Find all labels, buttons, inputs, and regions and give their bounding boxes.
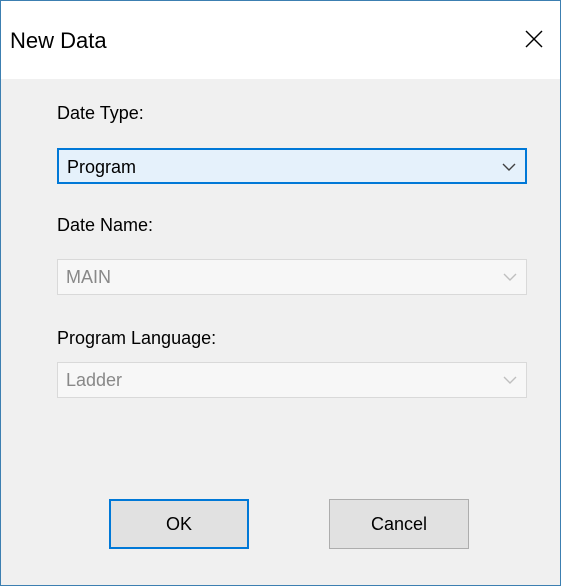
data-type-label: Date Type:: [57, 103, 144, 123]
data-type-value: Program: [67, 157, 137, 177]
data-type-select[interactable]: Program: [57, 148, 527, 184]
program-language-value: Ladder: [66, 370, 123, 390]
data-name-value: MAIN: [66, 267, 111, 287]
program-language-select[interactable]: Ladder: [57, 362, 527, 398]
chevron-down-icon: [503, 376, 517, 384]
cancel-button[interactable]: Cancel: [329, 499, 469, 549]
new-data-dialog: New Data Date Type: Program Date Name: M…: [0, 0, 561, 586]
chevron-down-icon: [503, 273, 517, 281]
close-icon: [525, 30, 543, 48]
close-button[interactable]: [510, 15, 560, 65]
window-title: New Data: [10, 28, 107, 53]
title-bar: New Data: [1, 1, 560, 79]
program-language-label: Program Language:: [57, 328, 217, 348]
data-name-label: Date Name:: [57, 215, 154, 235]
chevron-down-icon: [502, 163, 516, 171]
ok-button[interactable]: OK: [109, 499, 249, 549]
data-name-select[interactable]: MAIN: [57, 259, 527, 295]
